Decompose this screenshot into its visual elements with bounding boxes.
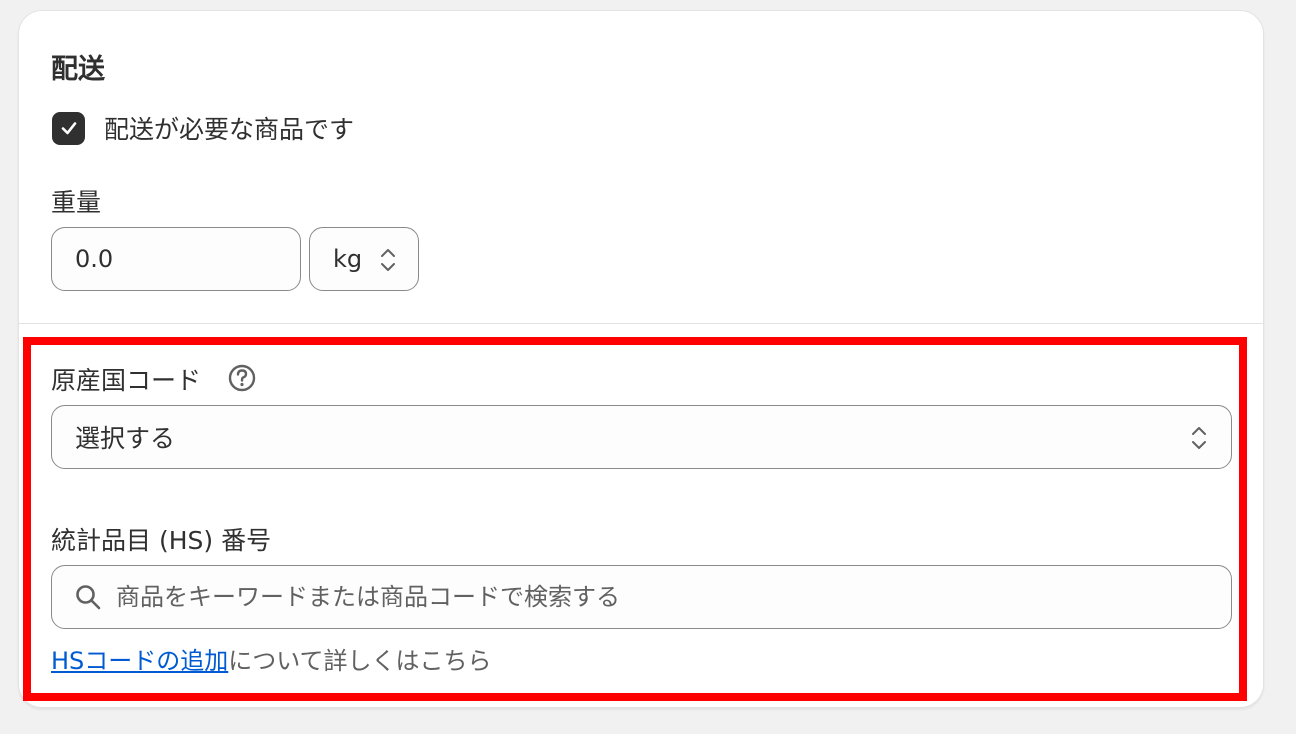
search-icon bbox=[76, 585, 101, 610]
hs-code-search-field[interactable] bbox=[51, 565, 1232, 629]
requires-shipping-row[interactable]: 配送が必要な商品です bbox=[52, 110, 354, 146]
weight-unit-select[interactable]: kg bbox=[309, 227, 419, 291]
country-code-select[interactable]: 選択する bbox=[51, 405, 1232, 469]
requires-shipping-label[interactable]: 配送が必要な商品です bbox=[104, 110, 354, 146]
country-code-label: 原産国コード bbox=[51, 366, 202, 395]
section-divider bbox=[19, 323, 1263, 324]
weight-unit-value: kg bbox=[333, 245, 363, 273]
question-circle-icon[interactable] bbox=[227, 363, 257, 393]
weight-input[interactable]: 0.0 bbox=[51, 227, 301, 291]
hs-code-search-input[interactable] bbox=[116, 583, 1216, 611]
checkmark-icon bbox=[61, 122, 76, 135]
shipping-card: 配送 配送が必要な商品です 重量 0.0 kg 原産国コード 選択する 統計品目… bbox=[18, 10, 1264, 708]
hs-help-suffix: について詳しくはこちら bbox=[228, 647, 492, 675]
weight-value[interactable]: 0.0 bbox=[75, 245, 113, 273]
section-title: 配送 bbox=[51, 54, 105, 85]
chevron-up-down-icon bbox=[1192, 427, 1206, 449]
weight-label: 重量 bbox=[51, 188, 102, 217]
hs-code-label: 統計品目 (HS) 番号 bbox=[51, 526, 272, 555]
requires-shipping-checkbox[interactable] bbox=[52, 111, 85, 145]
country-code-value: 選択する bbox=[75, 424, 176, 453]
chevron-up-down-icon bbox=[381, 249, 395, 271]
hs-help-text: HSコードの追加について詳しくはこちら bbox=[51, 641, 492, 676]
hs-help-link[interactable]: HSコードの追加 bbox=[51, 647, 228, 675]
